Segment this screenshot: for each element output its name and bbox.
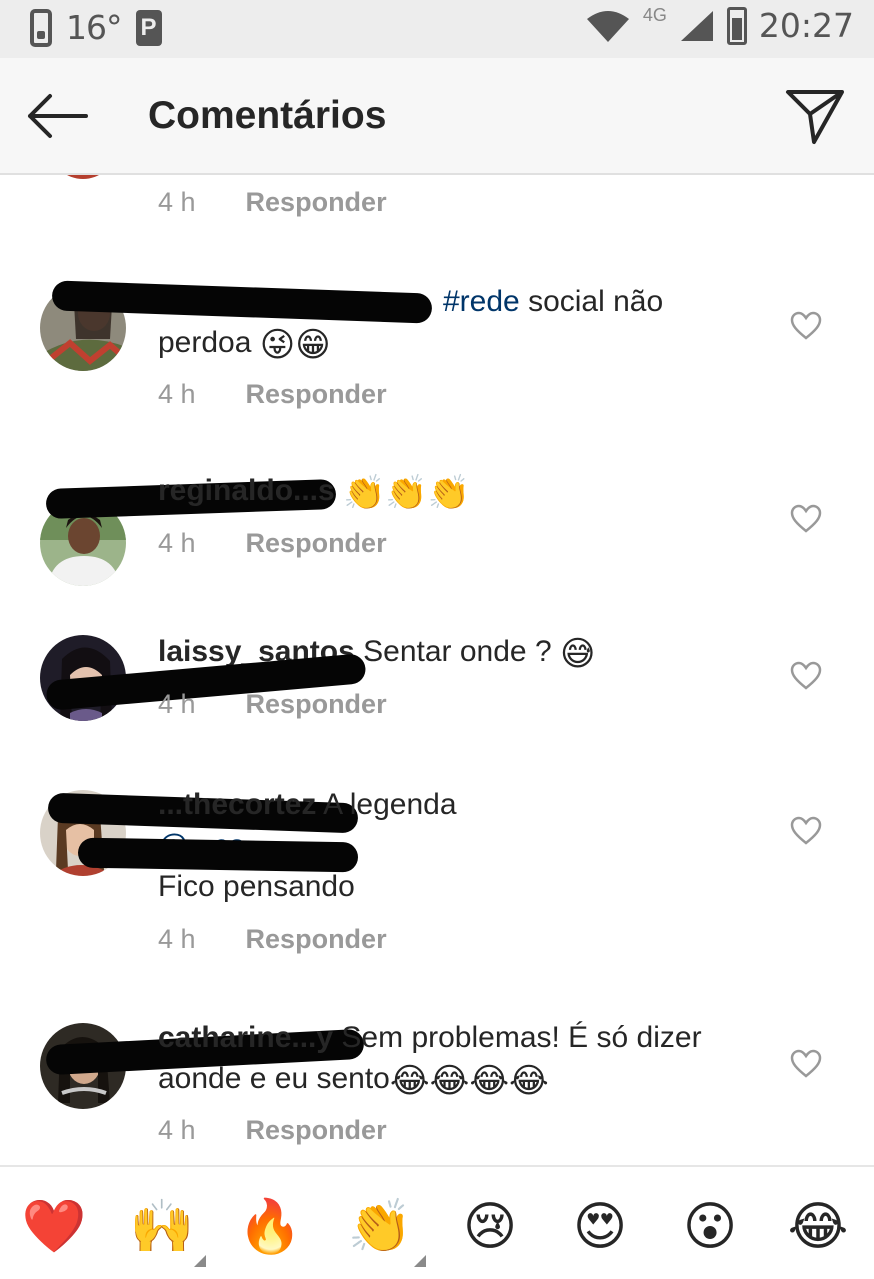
temperature: 16°: [66, 8, 122, 47]
p-app-icon: P: [135, 9, 162, 46]
comment-username[interactable]: ...thecortez: [158, 788, 316, 821]
comment-time: 4 h: [158, 689, 196, 719]
back-arrow-icon: [28, 94, 88, 138]
battery-icon: [726, 6, 747, 45]
share-button[interactable]: [780, 84, 850, 148]
reply-button[interactable]: Responder: [246, 528, 387, 559]
like-heart-icon[interactable]: [790, 1049, 822, 1079]
comment-time: 4 h: [158, 1115, 196, 1145]
comment-text: #rede social não perdoa 😜😁: [158, 285, 664, 364]
comment-time: 4 h: [158, 924, 196, 954]
phone-icon: [30, 8, 52, 47]
comment-meta: 4 h Responder: [158, 187, 387, 218]
laughing-emoji-button[interactable]: 😂: [784, 1193, 852, 1261]
header: Comentários: [0, 58, 874, 175]
comment-meta: 4 h Responder: [158, 1115, 387, 1146]
status-right: 4G 20:27: [585, 5, 854, 45]
emoji: 😂😂😂😂: [389, 1062, 549, 1100]
comment-time: 4 h: [158, 379, 196, 409]
crying-emoji-button[interactable]: 😢: [456, 1193, 524, 1261]
status-bar: 16° P 4G 20:27: [0, 0, 874, 58]
signal-icon: [680, 10, 713, 41]
fire-emoji-button[interactable]: 🔥: [236, 1193, 304, 1261]
network-type: 4G: [642, 5, 667, 25]
emoji: 😜😁: [259, 326, 331, 364]
comment-meta: 4 h Responder: [158, 528, 387, 559]
raising-hands-emoji-button[interactable]: 🙌: [128, 1193, 196, 1261]
surprised-emoji-button[interactable]: 😮: [676, 1193, 744, 1261]
comment-text: reginaldo...s 👏👏👏: [158, 470, 748, 511]
clock: 20:27: [758, 6, 854, 45]
comment-time: 4 h: [158, 528, 196, 558]
reply-button[interactable]: Responder: [246, 187, 387, 218]
heart-eyes-emoji-button[interactable]: 😍: [566, 1193, 634, 1261]
like-heart-icon[interactable]: [790, 311, 822, 341]
like-heart-icon[interactable]: [790, 816, 822, 846]
comment-meta: 4 h Responder: [158, 689, 387, 720]
emoji: 👏👏👏: [343, 474, 471, 512]
skin-tone-indicator-icon: [414, 1255, 426, 1267]
emoji-quick-bar: ❤️ 🙌 🔥 👏 😢 😍 😮 😂: [0, 1165, 874, 1279]
like-heart-icon[interactable]: [790, 661, 822, 691]
like-heart-icon[interactable]: [790, 504, 822, 534]
reply-button[interactable]: Responder: [246, 379, 387, 410]
status-left: 16° P: [30, 8, 162, 47]
comment-list[interactable]: 4 h Responder #rede social não perdoa 😜😁…: [0, 175, 874, 1165]
clapping-emoji-button[interactable]: 👏: [346, 1193, 414, 1261]
comment-meta: 4 h Responder: [158, 379, 387, 410]
reply-button[interactable]: Responder: [246, 689, 387, 720]
page-title: Comentários: [148, 94, 387, 137]
comment-time: 4 h: [158, 187, 196, 217]
emoji: 😅: [559, 635, 596, 673]
skin-tone-indicator-icon: [194, 1255, 206, 1267]
back-button[interactable]: [22, 88, 92, 144]
comment-text: catharine...y Sem problemas! É só dizer …: [158, 1021, 702, 1100]
reply-button[interactable]: Responder: [246, 924, 387, 955]
hashtag-link[interactable]: #rede: [443, 285, 520, 318]
paper-plane-icon: [786, 90, 844, 144]
heart-emoji-button[interactable]: ❤️: [20, 1193, 88, 1261]
redaction-mark: [77, 837, 359, 873]
wifi-icon: [586, 10, 629, 42]
reply-button[interactable]: Responder: [246, 1115, 387, 1146]
comment-username[interactable]: catharine...y: [158, 1021, 333, 1054]
comment-username[interactable]: reginaldo...s: [158, 474, 335, 507]
comment-meta: 4 h Responder: [158, 924, 387, 955]
avatar[interactable]: [52, 175, 114, 179]
